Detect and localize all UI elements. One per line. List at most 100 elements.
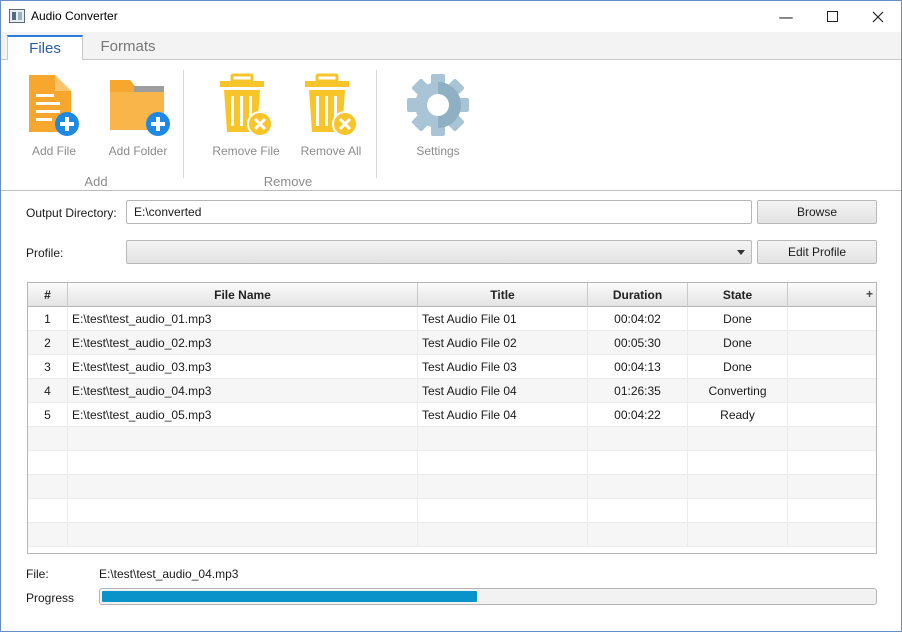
profile-label: Profile: [26,246,64,260]
cell-state [688,475,788,499]
cell-empty [788,307,876,331]
cell-empty [788,355,876,379]
cell-duration: 00:04:02 [588,307,688,331]
remove-all-button[interactable]: Remove All [291,72,371,158]
cell-number [28,427,68,451]
files-table: # File Name Title Duration State + 1 E:\t… [27,282,877,554]
column-header-title[interactable]: Title [418,283,588,307]
minimize-button[interactable]: — [763,1,809,32]
cell-state: Ready [688,403,788,427]
progress-fill [102,591,478,602]
settings-button[interactable]: Settings [398,72,478,158]
cell-number [28,475,68,499]
cell-title: Test Audio File 01 [418,307,588,331]
cell-title: Test Audio File 04 [418,379,588,403]
cell-number: 1 [28,307,68,331]
cell-file-name [68,523,418,547]
table-row[interactable]: 2 E:\test\test_audio_02.mp3 Test Audio Fil… [28,331,876,355]
cell-empty [788,403,876,427]
group-label-add: Add [84,174,108,189]
remove-all-icon [305,73,358,137]
column-header-duration[interactable]: Duration [588,283,688,307]
cell-duration: 00:04:13 [588,355,688,379]
column-header-empty [788,283,876,307]
tab-bar: Files Formats [1,32,901,61]
table-row[interactable]: 3 E:\test\test_audio_03.mp3 Test Audio Fil… [28,355,876,379]
table-row-empty [28,523,876,547]
current-file-value: E:\test\test_audio_04.mp3 [99,567,239,581]
cell-empty [788,379,876,403]
cell-file-name [68,451,418,475]
ribbon-separator [376,70,377,178]
table-header: # File Name Title Duration State + [28,283,876,307]
cell-number [28,499,68,523]
cell-number [28,451,68,475]
cell-duration: 00:04:22 [588,403,688,427]
browse-button[interactable]: Browse [757,200,877,224]
column-header-state[interactable]: State [688,283,788,307]
edit-profile-button[interactable]: Edit Profile [757,240,877,264]
cell-duration [588,475,688,499]
tab-formats[interactable]: Formats [85,35,171,61]
add-folder-icon [110,80,170,136]
table-row[interactable]: 1 E:\test\test_audio_01.mp3 Test Audio Fil… [28,307,876,331]
maximize-icon [826,11,838,22]
remove-file-button[interactable]: Remove File [206,72,286,158]
column-header-number[interactable]: # [28,283,68,307]
output-directory-input[interactable]: E:\converted [126,200,752,224]
cell-empty [788,523,876,547]
profile-select[interactable] [126,240,752,264]
cell-file-name: E:\test\test_audio_03.mp3 [68,355,418,379]
group-label-remove: Remove [263,174,313,189]
cell-state [688,523,788,547]
cell-number [28,523,68,547]
maximize-button[interactable] [809,1,855,32]
cell-duration: 01:26:35 [588,379,688,403]
add-folder-button[interactable]: Add Folder [98,72,178,158]
cell-duration [588,427,688,451]
cell-title: Test Audio File 03 [418,355,588,379]
cell-state [688,499,788,523]
table-row[interactable]: 4 E:\test\test_audio_04.mp3 Test Audio Fil… [28,379,876,403]
add-file-icon [29,75,79,136]
cell-empty [788,331,876,355]
cell-number: 5 [28,403,68,427]
table-row-empty [28,451,876,475]
cell-duration [588,499,688,523]
column-header-file-name[interactable]: File Name [68,283,418,307]
cell-title: Test Audio File 04 [418,403,588,427]
add-column-button[interactable]: + [866,283,873,305]
cell-file-name: E:\test\test_audio_04.mp3 [68,379,418,403]
title-bar: Audio Converter — [1,1,901,32]
app-icon [9,9,25,23]
table-row-empty [28,427,876,451]
add-file-button[interactable]: Add File [14,72,94,158]
cell-title [418,451,588,475]
cell-file-name: E:\test\test_audio_05.mp3 [68,403,418,427]
ribbon: Add File Add Folder Add Remove File Remo… [1,60,901,191]
cell-empty [788,451,876,475]
tab-files[interactable]: Files [7,35,83,61]
cell-empty [788,499,876,523]
cell-title [418,475,588,499]
cell-state: Done [688,355,788,379]
cell-title: Test Audio File 02 [418,331,588,355]
remove-all-label: Remove All [300,144,362,158]
settings-label: Settings [416,144,460,158]
cell-state [688,451,788,475]
cell-state: Converting [688,379,788,403]
table-row[interactable]: 5 E:\test\test_audio_05.mp3 Test Audio Fil… [28,403,876,427]
ribbon-separator [183,70,184,178]
cell-state: Done [688,331,788,355]
close-button[interactable] [855,1,901,32]
close-icon [872,11,884,22]
cell-title [418,499,588,523]
table-row-empty [28,499,876,523]
cell-empty [788,475,876,499]
cell-file-name [68,475,418,499]
progress-bar [99,588,877,605]
cell-file-name [68,499,418,523]
cell-empty [788,427,876,451]
cell-duration [588,523,688,547]
cell-file-name: E:\test\test_audio_01.mp3 [68,307,418,331]
